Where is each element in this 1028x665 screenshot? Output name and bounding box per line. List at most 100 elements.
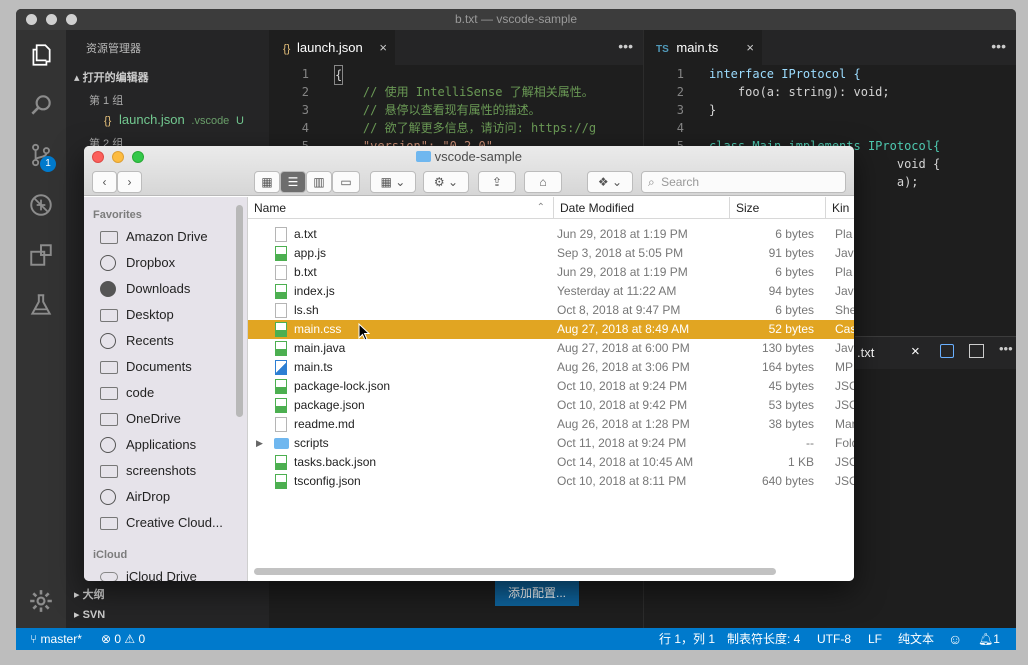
size-column-header[interactable]: Size [729,197,825,219]
encoding[interactable]: UTF-8 [817,628,851,650]
file-name: main.ts [294,360,333,374]
open-preview-icon[interactable] [940,344,954,358]
close-tab-icon[interactable]: × [379,30,387,65]
search-icon[interactable] [28,92,54,118]
more-actions-icon[interactable]: ••• [991,30,1006,63]
name-column-header[interactable]: Name ⌃ [248,197,553,219]
file-name: main.java [294,341,346,355]
panel-tabbar: .txt × ••• [855,337,1016,369]
dropbox-menu-icon[interactable]: ❖ ⌄ [587,171,633,193]
close-window-button[interactable] [26,14,37,25]
folder-icon [100,231,118,244]
icon-view-icon[interactable]: ▦ [254,171,280,193]
more-actions-icon[interactable]: ••• [618,30,633,63]
icloud-header: iCloud [93,549,128,561]
file-row[interactable]: ls.sh Oct 8, 2018 at 9:47 PM 6 bytes She [248,301,854,320]
minimize-window-button[interactable] [46,14,57,25]
split-editor-icon[interactable] [969,344,984,358]
file-row[interactable]: main.css Aug 27, 2018 at 8:49 AM 52 bytes C… [248,320,854,339]
tab-main-ts[interactable]: TS main.ts × [644,30,762,65]
add-configuration-button[interactable]: 添加配置... [495,580,579,606]
cursor-position[interactable]: 行 1，列 1 [659,628,715,650]
file-row[interactable]: b.txt Jun 29, 2018 at 1:19 PM 6 bytes Pla [248,263,854,282]
file-row[interactable]: main.ts Aug 26, 2018 at 3:06 PM 164 bytes M… [248,358,854,377]
extensions-icon[interactable] [28,242,54,268]
file-kind: JSO [835,455,854,469]
file-kind: JSO [835,474,854,488]
open-editors-header[interactable]: ▴ 打开的编辑器 [74,69,149,85]
problems-indicator[interactable]: ⊗ 0 ⚠ 0 [101,628,145,650]
file-row[interactable]: ▶ scripts Oct 11, 2018 at 9:24 PM -- Fold [248,434,854,453]
code-view[interactable]: 1{ 2 // 使用 IntelliSense 了解相关属性。 3 // 悬停以… [269,65,643,155]
file-row[interactable]: package-lock.json Oct 10, 2018 at 9:24 PM… [248,377,854,396]
file-row[interactable]: main.java Aug 27, 2018 at 6:00 PM 130 byte… [248,339,854,358]
group-by-icon[interactable]: ▦ ⌄ [370,171,416,193]
file-row[interactable]: a.txt Jun 29, 2018 at 1:19 PM 6 bytes Pla [248,225,854,244]
secondary-panel: .txt × ••• [855,336,1016,628]
action-gear-icon[interactable]: ⚙ ⌄ [423,171,469,193]
outline-header[interactable]: ▸ 大纲 [74,586,105,602]
forward-button[interactable]: › [117,171,142,193]
end-of-line[interactable]: LF [868,628,882,650]
more-actions-icon[interactable]: ••• [999,341,1013,356]
warning-icon: ⚠ [124,632,139,646]
file-date: Oct 10, 2018 at 8:11 PM [557,474,687,488]
notifications[interactable]: 🔔︎1 [978,628,1000,650]
gallery-view-icon[interactable]: ▭ [332,171,360,193]
git-branch[interactable]: ⑂ master* [30,628,82,650]
test-flask-icon[interactable] [28,292,54,318]
vscode-file-icon [275,360,287,375]
file-size: 53 bytes [768,398,814,412]
close-tab-icon[interactable]: × [746,30,754,65]
tab-b-txt[interactable]: .txt [857,345,874,360]
file-row[interactable]: readme.md Aug 26, 2018 at 1:28 PM 38 bytes… [248,415,854,434]
indentation[interactable]: 制表符长度: 4 [727,628,800,650]
close-tab-icon[interactable]: × [911,343,920,360]
date-column-header[interactable]: Date Modified [553,197,729,219]
sidebar-scrollbar[interactable] [236,205,243,417]
file-row[interactable]: index.js Yesterday at 11:22 AM 94 bytes Jav [248,282,854,301]
file-date: Oct 14, 2018 at 10:45 AM [557,455,694,469]
disclosure-triangle-icon[interactable]: ▶ [256,434,263,453]
gear-icon[interactable] [28,588,54,614]
zoom-window-button[interactable] [66,14,77,25]
file-kind: JSO [835,398,854,412]
clock-icon [100,333,116,349]
tab-launch-json[interactable]: {} launch.json × [269,30,395,65]
horizontal-scrollbar[interactable] [254,568,776,575]
file-size: 130 bytes [761,341,814,355]
folder-icon [100,413,118,426]
file-date: Oct 10, 2018 at 9:42 PM [557,398,688,412]
open-editor-item[interactable]: {} launch.json .vscode U [104,112,244,127]
column-view-icon[interactable]: ▥ [306,171,332,193]
script-file-icon [275,474,287,489]
back-button[interactable]: ‹ [92,171,117,193]
svn-header[interactable]: ▸ SVN [74,608,105,621]
search-field[interactable]: ⌕ Search [641,171,846,193]
file-kind: Jav [835,341,854,355]
list-view-icon[interactable]: ☰ [280,171,306,193]
language-mode[interactable]: 纯文本 [898,628,934,650]
file-row[interactable]: tsconfig.json Oct 10, 2018 at 8:11 PM 640 … [248,472,854,491]
chevron-down-icon: ▴ [74,72,83,84]
tag-icon[interactable]: ⌂ [524,171,562,193]
explorer-icon[interactable] [28,42,54,68]
kind-column-header[interactable]: Kin [825,197,854,219]
file-row[interactable]: package.json Oct 10, 2018 at 9:42 PM 53 by… [248,396,854,415]
json-file-icon: {} [104,115,112,127]
file-size: 164 bytes [761,360,814,374]
file-name: a.txt [294,227,317,241]
column-header: Name ⌃ Date Modified Size Kin [248,197,854,219]
debug-icon[interactable] [28,192,54,218]
file-date: Oct 11, 2018 at 9:24 PM [557,436,687,450]
airdrop-icon [100,489,116,505]
feedback-smiley-icon[interactable]: ☺ [948,628,962,650]
file-name: tasks.back.json [294,455,377,469]
file-date: Jun 29, 2018 at 1:19 PM [557,265,688,279]
sort-chevron-icon: ⌃ [536,202,545,213]
file-row[interactable]: tasks.back.json Oct 14, 2018 at 10:45 AM 1… [248,453,854,472]
file-name: b.txt [294,265,317,279]
file-row[interactable]: app.js Sep 3, 2018 at 5:05 PM 91 bytes Jav [248,244,854,263]
error-icon: ⊗ [101,632,115,646]
share-icon[interactable]: ⇪ [478,171,516,193]
